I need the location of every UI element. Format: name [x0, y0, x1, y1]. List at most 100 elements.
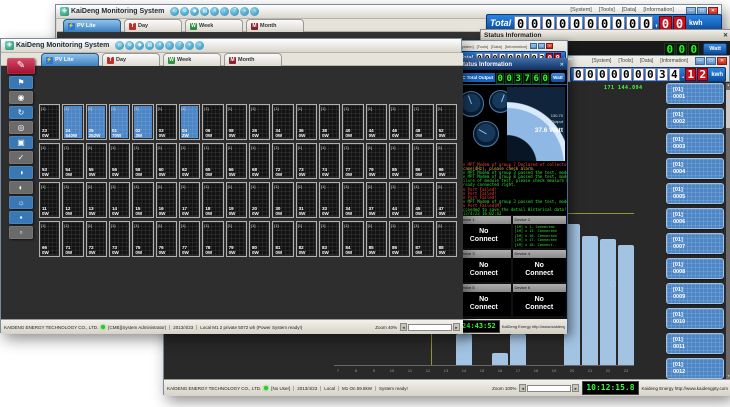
pv-module-tile[interactable]: [1]170W	[179, 182, 200, 218]
pv-module-tile[interactable]: [1]400W	[342, 104, 363, 140]
array-node-tile[interactable]: [01]0012	[666, 358, 724, 379]
record-icon[interactable]: ▪	[9, 211, 33, 224]
zoom-track[interactable]	[408, 324, 452, 331]
pv-module-tile[interactable]: [1]850W	[366, 221, 387, 257]
close-icon[interactable]: ✕	[723, 32, 728, 39]
pv-module-tile[interactable]: [1]030W	[156, 104, 177, 140]
vendor-link[interactable]: Kaideng Energy http://www.kaidengpty.com	[642, 386, 728, 391]
pv-module-tile[interactable]: [1]750W	[132, 221, 153, 257]
pv-module-tile[interactable]: [1]660W	[226, 143, 247, 179]
array-node-tile[interactable]: [01]0007	[666, 233, 724, 254]
sun-icon[interactable]: ☼	[9, 196, 33, 209]
pv-module-tile[interactable]: [1]770W	[342, 143, 363, 179]
pv-module-tile[interactable]: [1]380W	[319, 104, 340, 140]
menu-data[interactable]: [Data]	[491, 44, 502, 49]
tab-day[interactable]: TDay	[102, 53, 160, 66]
vendor-link[interactable]: KaiDeng Energy http://www.kaidengpty.com	[502, 324, 565, 329]
pv-module-tile[interactable]: [1]810W	[272, 221, 293, 257]
lock-icon[interactable]: ◆	[135, 41, 144, 50]
device-cell[interactable]: Device 5No Connect	[457, 284, 511, 316]
pv-module-tile[interactable]: [1]530W	[39, 143, 60, 179]
pv-module-tile[interactable]: [1]470W	[436, 182, 457, 218]
power-icon[interactable]: ◉	[9, 91, 33, 104]
pv-module-tile[interactable]: [1]710W	[62, 221, 83, 257]
pv-module-tile[interactable]: [1]190W	[226, 182, 247, 218]
zoom-track[interactable]	[527, 385, 571, 392]
array-node-tile[interactable]: [01]0002	[666, 108, 724, 129]
pv-module-tile[interactable]: [1]460W	[389, 104, 410, 140]
grid-icon[interactable]: #	[210, 7, 219, 16]
pv-module-tile[interactable]: [1]25252W	[86, 104, 107, 140]
tab-pv-lite[interactable]: ⚡PV Lite	[41, 53, 99, 66]
upload-icon[interactable]: ↑	[220, 7, 229, 16]
zoom-in-icon[interactable]: ►	[453, 323, 460, 331]
pv-module-tile[interactable]: [1]730W	[109, 221, 130, 257]
menu-information[interactable]: [Information]	[643, 7, 674, 13]
watt-unit-button[interactable]: Watt	[703, 43, 727, 55]
pv-module-tile[interactable]: [1]150W	[132, 182, 153, 218]
pv-module-tile[interactable]: [1]720W	[86, 221, 107, 257]
zoom-in-icon[interactable]: ►	[572, 384, 579, 392]
status-icon[interactable]: ⊙	[170, 7, 179, 16]
archive-icon[interactable]: ▫	[9, 226, 33, 239]
add-icon[interactable]: +	[185, 41, 194, 50]
contrast-icon[interactable]: ◐	[9, 181, 33, 194]
about-icon[interactable]: ○	[195, 41, 204, 50]
flag-icon[interactable]: ⚑	[9, 76, 33, 89]
menu-system[interactable]: [System]	[570, 7, 591, 13]
pv-module-tile[interactable]: [1]140W	[109, 182, 130, 218]
pv-module-tile[interactable]: [1]440W	[366, 104, 387, 140]
clock-icon[interactable]: ◑	[9, 166, 33, 179]
settings-icon[interactable]: ⚙	[180, 7, 189, 16]
pv-module-tile[interactable]: [1]780W	[202, 221, 223, 257]
pv-module-tile[interactable]: [1]080W	[226, 104, 247, 140]
pv-module-tile[interactable]: [1]620W	[179, 143, 200, 179]
zoom-out-icon[interactable]: ◄	[400, 323, 407, 331]
check-icon[interactable]: ✓	[9, 151, 33, 164]
pv-module-tile[interactable]: [1]160W	[156, 182, 177, 218]
edit-tool-button[interactable]: ✎	[7, 58, 35, 74]
maximize-button[interactable]: □	[706, 57, 716, 65]
tab-week[interactable]: WWeek	[163, 53, 221, 66]
pv-module-tile[interactable]: [1]680W	[249, 143, 270, 179]
menu-tools[interactable]: [Tools]	[477, 44, 489, 49]
lock-icon[interactable]: ◆	[190, 7, 199, 16]
pv-module-tile[interactable]: [1]120W	[62, 182, 83, 218]
pv-module-tile[interactable]: [1]230W	[39, 104, 60, 140]
chart-bar[interactable]	[492, 353, 508, 365]
event-log-console[interactable]: The MPT Modem of group 7 Declared of col…	[456, 162, 567, 215]
zoom-slider[interactable]: ◄ ►	[400, 323, 460, 331]
chart-bar[interactable]	[618, 245, 634, 365]
pv-module-tile[interactable]: [1]370W	[366, 182, 387, 218]
pv-module-tile[interactable]: [1]300W	[272, 182, 293, 218]
grid-icon[interactable]: #	[155, 41, 164, 50]
device-cell[interactable]: Device 2[1M] v 1. Connected[1M] v 15. Co…	[513, 216, 567, 248]
help-icon[interactable]: ?	[175, 41, 184, 50]
close-button[interactable]: ✕	[546, 43, 553, 49]
maximize-button[interactable]: □	[538, 43, 545, 49]
pv-module-tile[interactable]: [1]600W	[156, 143, 177, 179]
pv-module-tile[interactable]: [1]340W	[342, 182, 363, 218]
chart-bar[interactable]	[510, 334, 526, 366]
tab-month[interactable]: MMonth	[246, 19, 304, 32]
close-button[interactable]: ✕	[717, 57, 727, 65]
array-node-tile[interactable]: [01]0011	[666, 333, 724, 354]
about-icon[interactable]: ○	[250, 7, 259, 16]
array-node-tile[interactable]: [01]0005	[666, 183, 724, 204]
device-cell[interactable]: Device 6No Connect	[513, 284, 567, 316]
pv-module-tile[interactable]: [1]180W	[202, 182, 223, 218]
pv-module-tile[interactable]: [1]820W	[296, 221, 317, 257]
array-node-tile[interactable]: [01]0004	[666, 158, 724, 179]
array-node-tile[interactable]: [01]0010	[666, 308, 724, 329]
target-icon[interactable]: ◎	[9, 121, 33, 134]
menu-information[interactable]: [Information]	[505, 44, 527, 49]
menu-data[interactable]: [Data]	[640, 58, 653, 64]
pv-module-tile[interactable]: [1]880W	[436, 221, 457, 257]
pv-module-tile[interactable]: [1]042W	[179, 104, 200, 140]
scrollbar[interactable]: ▲ ▼	[726, 83, 730, 379]
pv-module-tile[interactable]: [1]860W	[412, 143, 433, 179]
array-node-tile[interactable]: [01]0009	[666, 283, 724, 304]
tab-week[interactable]: WWeek	[185, 19, 243, 32]
menu-tools[interactable]: [Tools]	[599, 7, 615, 13]
pv-module-tile[interactable]: [1]720W	[272, 143, 293, 179]
